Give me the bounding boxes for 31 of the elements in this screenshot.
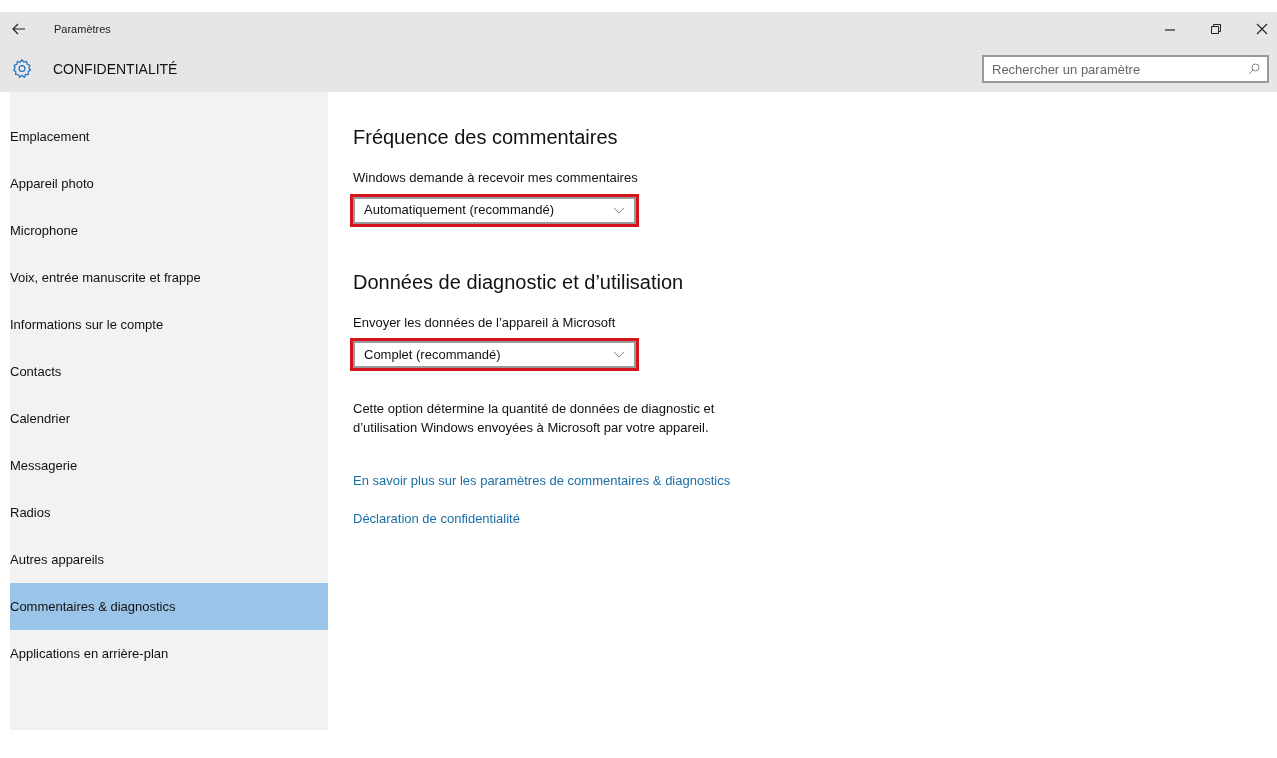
description-text: Cette option détermine la quantité de données de diagnostic et d’utilisation Windows envoyées à Microsoft par votre appareil. — [353, 400, 716, 437]
dropdown[interactable]: Complet (recommandé) — [353, 341, 636, 368]
chevron-down-icon — [613, 206, 625, 214]
section-heading: Données de diagnostic et d’utilisation — [353, 269, 685, 295]
sidebar-item[interactable]: Emplacement — [10, 113, 328, 160]
page-heading: CONFIDENTIALITÉ — [53, 59, 178, 79]
sidebar-item[interactable]: Informations sur le compte — [10, 301, 328, 348]
settings-icon — [11, 58, 33, 80]
sidebar-item[interactable]: Appareil photo — [10, 160, 328, 207]
sidebar-item[interactable]: Commentaires & diagnostics — [10, 583, 328, 630]
sidebar-item[interactable]: Messagerie — [10, 442, 328, 489]
search-field[interactable]: Rechercher un paramètre — [982, 55, 1269, 83]
sidebar-item[interactable]: Radios — [10, 489, 328, 536]
sidebar-item[interactable]: Contacts — [10, 348, 328, 395]
field-label: Windows demande à recevoir mes commentaires — [353, 169, 639, 187]
chevron-down-icon — [613, 351, 625, 358]
sidebar-item[interactable]: Autres appareils — [10, 536, 328, 583]
link[interactable]: En savoir plus sur les paramètres de commentaires & diagnostics — [353, 471, 731, 491]
sidebar-item[interactable]: Calendrier — [10, 395, 328, 442]
dropdown[interactable]: Automatiquement (recommandé) — [353, 196, 636, 224]
sidebar-item[interactable]: Microphone — [10, 207, 328, 254]
search-icon — [1248, 63, 1260, 75]
back-arrow-icon[interactable] — [12, 23, 26, 35]
sidebar-item[interactable]: Voix, entrée manuscrite et frappe — [10, 254, 328, 301]
field-label: Envoyer les données de l’appareil à Microsoft — [353, 313, 617, 332]
section-heading: Fréquence des commentaires — [353, 125, 619, 150]
link[interactable]: Déclaration de confidentialité — [353, 508, 520, 528]
sidebar-item[interactable]: Applications en arrière-plan — [10, 630, 328, 677]
close-icon[interactable] — [1256, 23, 1268, 35]
window-title: Paramètres — [54, 21, 111, 37]
restore-icon[interactable] — [1210, 23, 1222, 35]
